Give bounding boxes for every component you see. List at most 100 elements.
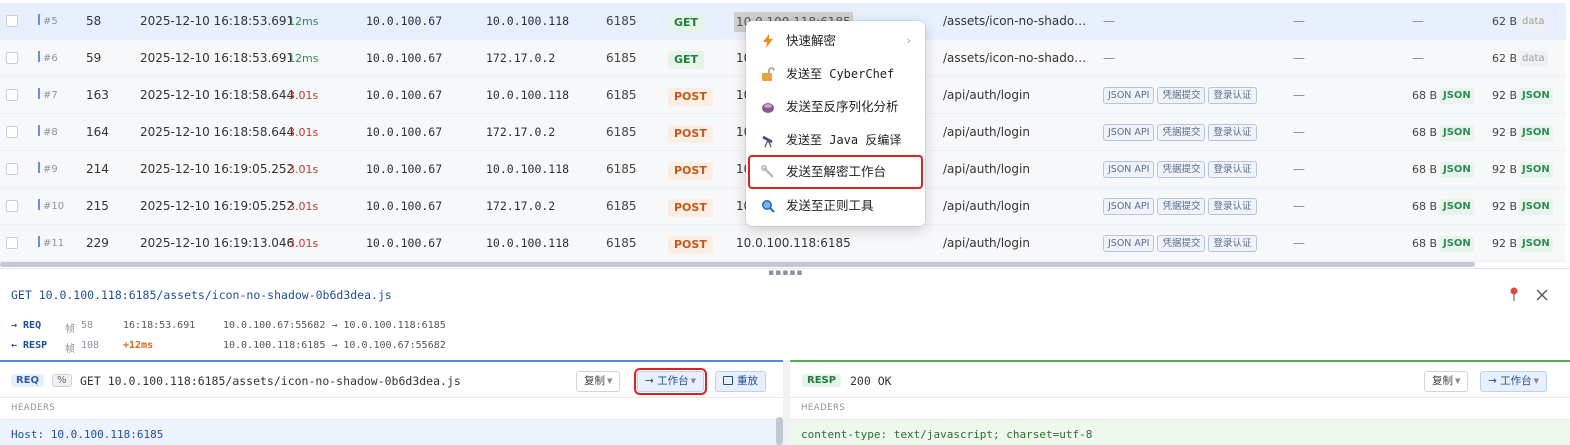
req-copy-button[interactable]: 复制 ▼: [576, 371, 621, 392]
req-frame-label: 帧: [65, 324, 75, 335]
empty-cell: —: [1103, 14, 1115, 28]
resp-address: 10.0.100.118:6185 → 10.0.100.67:55682: [223, 340, 446, 351]
response-size: 92 B: [1492, 126, 1518, 139]
frame-number: 164: [86, 125, 109, 139]
pin-icon[interactable]: [1506, 286, 1522, 302]
duration: 3.01s: [288, 163, 319, 176]
menu-item-quick-decrypt[interactable]: 快速解密 ›: [750, 26, 921, 56]
duration: 12ms: [288, 15, 319, 28]
req-flow-direction: → REQ: [11, 320, 42, 331]
row-marker: [38, 236, 40, 247]
dest-ip: 172.17.0.2: [486, 51, 556, 65]
horizontal-scrollbar[interactable]: [0, 262, 1475, 267]
request-content-type: JSON: [1440, 125, 1474, 141]
menu-item-java-decompile[interactable]: 发送至 Java 反编译: [750, 125, 921, 155]
menu-item-cyberchef[interactable]: 发送至 CyberChef: [750, 59, 921, 89]
menu-item-decrypt-workbench[interactable]: 发送至解密工作台: [748, 155, 923, 189]
http-method: GET: [668, 14, 705, 32]
row-checkbox[interactable]: [6, 163, 18, 175]
dest-port: 6185: [606, 88, 637, 102]
empty-cell: —: [1293, 88, 1305, 102]
tag-badge: JSON API: [1103, 87, 1155, 104]
empty-cell: —: [1103, 51, 1115, 65]
dest-ip: 10.0.100.118: [486, 236, 570, 250]
row-checkbox[interactable]: [6, 52, 18, 64]
menu-item-deserialize[interactable]: 发送至反序列化分析: [750, 92, 921, 122]
response-size: 62 B: [1492, 15, 1518, 28]
response-content-type: JSON: [1519, 88, 1553, 104]
req-workbench-button[interactable]: → 工作台 ▼: [633, 368, 708, 395]
row-checkbox[interactable]: [6, 126, 18, 138]
menu-item-label: 发送至正则工具: [786, 198, 874, 213]
request-toolbar: REQ % GET 10.0.100.118:6185/assets/icon-…: [0, 362, 783, 398]
request-size: 68 B: [1412, 89, 1438, 102]
request-size: 68 B: [1412, 237, 1438, 250]
request-path: /assets/icon-no-shadow-0...: [943, 14, 1095, 28]
close-icon[interactable]: [1535, 288, 1549, 302]
tag-list: JSON API 凭据提交 登录认证: [1103, 87, 1257, 104]
timestamp: 2025-12-10 16:18:58.644: [140, 125, 295, 139]
resp-workbench-label: → 工作台: [1488, 375, 1532, 387]
row-id: #8: [43, 127, 58, 138]
magnifier-icon: [762, 200, 775, 213]
response-size: 62 B: [1492, 52, 1518, 65]
resp-frame-label: 帧: [65, 344, 75, 355]
timestamp: 2025-12-10 16:18:53.691: [140, 14, 295, 28]
row-checkbox[interactable]: [6, 200, 18, 212]
resp-workbench-button[interactable]: → 工作台 ▼: [1480, 371, 1548, 392]
request-path: /api/auth/login: [943, 162, 1030, 176]
request-content-type: JSON: [1440, 199, 1474, 215]
row-marker: [38, 88, 40, 99]
resp-copy-button[interactable]: 复制 ▼: [1424, 371, 1469, 392]
tag-list: JSON API 凭据提交 登录认证: [1103, 161, 1257, 178]
pane-splitter[interactable]: [783, 360, 790, 445]
dest-port: 6185: [606, 236, 637, 250]
tag-badge: 凭据提交: [1157, 161, 1206, 178]
response-toolbar: RESP 200 OK 复制 ▼ → 工作台 ▼: [790, 362, 1570, 398]
pane-resize-handle[interactable]: ▪▪▪▪▪: [0, 268, 1570, 278]
replay-button[interactable]: 重放: [715, 371, 766, 392]
duration: 3.01s: [288, 89, 319, 102]
timestamp: 2025-12-10 16:19:05.252: [140, 162, 295, 176]
row-checkbox[interactable]: [6, 15, 18, 27]
req-headers-section: HEADERS: [11, 403, 56, 413]
tag-badge: 登录认证: [1208, 198, 1257, 215]
row-index: #9: [38, 151, 58, 188]
menu-item-regex-tool[interactable]: 发送至正则工具: [750, 191, 921, 221]
duration: 3.01s: [288, 126, 319, 139]
row-checkbox[interactable]: [6, 89, 18, 101]
chevron-right-icon: ›: [906, 34, 911, 47]
dest-port: 6185: [606, 199, 637, 213]
row-checkbox[interactable]: [6, 237, 18, 249]
dest-port: 6185: [606, 51, 637, 65]
row-index: #10: [38, 188, 64, 225]
row-marker: [38, 199, 40, 210]
row-index: #5: [38, 3, 58, 40]
table-row[interactable]: #11 229 2025-12-10 16:19:13.046 3.01s 10.0.1…: [0, 225, 1566, 262]
resp-timestamp: +12ms: [123, 340, 154, 351]
tag-badge: 登录认证: [1208, 124, 1257, 141]
empty-cell: —: [1412, 51, 1424, 65]
url-encode-toggle[interactable]: %: [52, 374, 72, 387]
response-content-type: data: [1519, 14, 1548, 30]
row-marker: [38, 162, 40, 173]
response-content-type: data: [1519, 51, 1548, 67]
duration: 3.01s: [288, 200, 319, 213]
request-path: /api/auth/login: [943, 236, 1030, 250]
request-size: 68 B: [1412, 200, 1438, 213]
vertical-scrollbar[interactable]: [776, 417, 783, 445]
grip-icon[interactable]: ▪▪▪▪▪: [768, 269, 804, 278]
response-size: 92 B: [1492, 163, 1518, 176]
menu-item-label: 发送至 CyberChef: [786, 67, 895, 81]
duration: 12ms: [288, 52, 319, 65]
tag-badge: JSON API: [1103, 161, 1155, 178]
source-ip: 10.0.100.67: [366, 125, 443, 139]
response-size: 92 B: [1492, 237, 1518, 250]
request-content-type: JSON: [1440, 162, 1474, 178]
request-size: 68 B: [1412, 163, 1438, 176]
req-header-line: Host: 10.0.100.118:6185: [0, 419, 783, 445]
request-path: /api/auth/login: [943, 199, 1030, 213]
frame-number: 59: [86, 51, 102, 65]
request-content-type: JSON: [1440, 88, 1474, 104]
tag-badge: 凭据提交: [1157, 235, 1206, 252]
